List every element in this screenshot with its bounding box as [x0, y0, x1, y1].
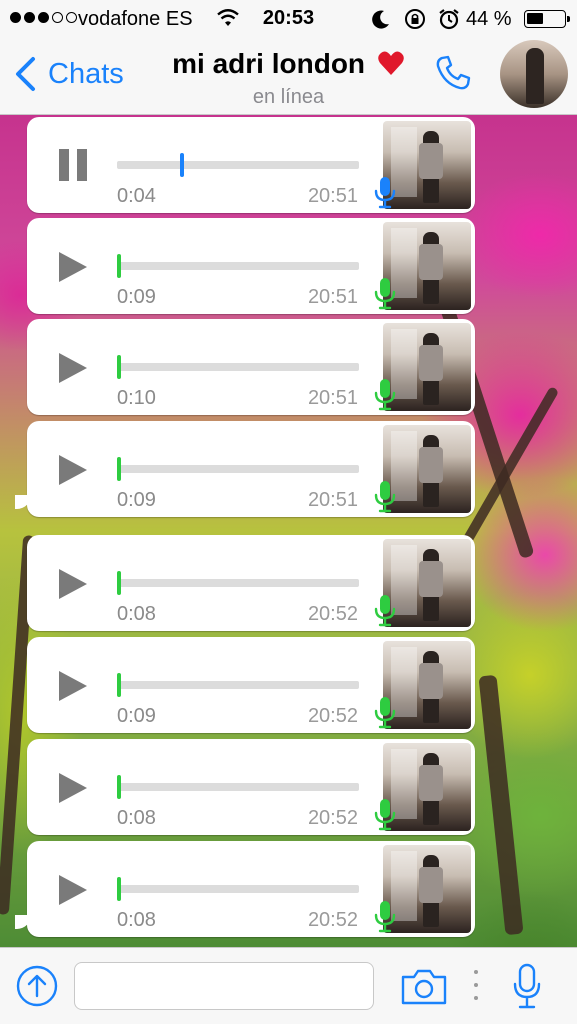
audio-progress-track[interactable] — [117, 465, 359, 473]
audio-progress-track[interactable] — [117, 681, 359, 689]
audio-progress-knob[interactable] — [117, 571, 121, 595]
audio-progress-knob[interactable] — [117, 355, 121, 379]
play-icon[interactable] — [57, 351, 89, 385]
contact-status: en línea — [252, 86, 325, 108]
message-timestamp: 20:51 — [307, 286, 358, 308]
play-icon[interactable] — [57, 250, 89, 284]
input-bar — [0, 947, 577, 1024]
voice-duration: 0:08 — [117, 909, 156, 931]
audio-progress-track[interactable] — [117, 161, 359, 169]
audio-progress-track[interactable] — [117, 262, 359, 270]
play-icon[interactable] — [57, 567, 89, 601]
voice-message[interactable]: 0:10 20:51 — [27, 319, 475, 415]
message-timestamp: 20:52 — [307, 705, 358, 727]
status-bar: vodafone ES 20:53 44 % — [0, 0, 577, 38]
message-timestamp: 20:51 — [307, 489, 358, 511]
voice-duration: 0:04 — [117, 185, 156, 207]
audio-progress-knob[interactable] — [117, 457, 121, 481]
voice-duration: 0:10 — [117, 387, 156, 409]
audio-progress-knob[interactable] — [117, 254, 121, 278]
voice-message[interactable]: 0:08 20:52 — [27, 739, 475, 835]
voice-duration: 0:09 — [117, 705, 156, 727]
message-timestamp: 20:52 — [307, 807, 358, 829]
upload-icon[interactable] — [15, 964, 59, 1008]
contact-name-text: mi adri london — [172, 48, 366, 79]
heart-emoji-icon — [378, 51, 404, 75]
message-input[interactable] — [74, 962, 374, 1010]
message-list[interactable]: 0:04 20:51 0:09 20:51 0:10 20:51 0:09 20:51 0:08… — [0, 115, 577, 947]
microphone-icon — [374, 901, 396, 933]
microphone-icon — [374, 278, 396, 310]
play-icon[interactable] — [57, 669, 89, 703]
more-icon[interactable] — [472, 970, 480, 1000]
voice-message[interactable]: 0:04 20:51 — [27, 117, 475, 213]
voice-duration: 0:08 — [117, 603, 156, 625]
voice-duration: 0:09 — [117, 489, 156, 511]
message-timestamp: 20:51 — [307, 387, 358, 409]
audio-progress-track[interactable] — [117, 579, 359, 587]
microphone-icon — [374, 595, 396, 627]
voice-message[interactable]: 0:08 20:52 — [15, 841, 475, 937]
voice-message[interactable]: 0:09 20:52 — [27, 637, 475, 733]
voice-message[interactable]: 0:09 20:51 — [15, 421, 475, 517]
camera-icon[interactable] — [400, 966, 448, 1006]
contact-name[interactable]: mi adri london — [0, 48, 577, 80]
pause-icon[interactable] — [59, 149, 89, 181]
message-timestamp: 20:52 — [307, 603, 358, 625]
audio-progress-track[interactable] — [117, 363, 359, 371]
message-timestamp: 20:51 — [307, 185, 358, 207]
microphone-icon[interactable] — [512, 962, 542, 1010]
voice-duration: 0:08 — [117, 807, 156, 829]
do-not-disturb-icon — [372, 10, 389, 29]
microphone-icon — [374, 697, 396, 729]
audio-progress-knob[interactable] — [180, 153, 184, 177]
voice-message[interactable]: 0:08 20:52 — [27, 535, 475, 631]
message-timestamp: 20:52 — [307, 909, 358, 931]
audio-progress-knob[interactable] — [117, 775, 121, 799]
battery-percentage: 44 % — [466, 8, 512, 30]
audio-progress-knob[interactable] — [117, 673, 121, 697]
play-icon[interactable] — [57, 873, 89, 907]
play-icon[interactable] — [57, 453, 89, 487]
audio-progress-track[interactable] — [117, 783, 359, 791]
audio-progress-track[interactable] — [117, 885, 359, 893]
chat-header: Chats mi adri london en línea — [0, 38, 577, 115]
play-icon[interactable] — [57, 771, 89, 805]
microphone-icon — [374, 177, 396, 209]
phone-call-icon[interactable] — [432, 52, 474, 94]
alarm-icon — [439, 9, 459, 30]
microphone-icon — [374, 481, 396, 513]
voice-duration: 0:09 — [117, 286, 156, 308]
contact-avatar[interactable] — [500, 40, 568, 108]
audio-progress-knob[interactable] — [117, 877, 121, 901]
battery-icon — [524, 10, 570, 28]
microphone-icon — [374, 379, 396, 411]
orientation-lock-icon — [405, 9, 425, 29]
voice-message[interactable]: 0:09 20:51 — [27, 218, 475, 314]
microphone-icon — [374, 799, 396, 831]
